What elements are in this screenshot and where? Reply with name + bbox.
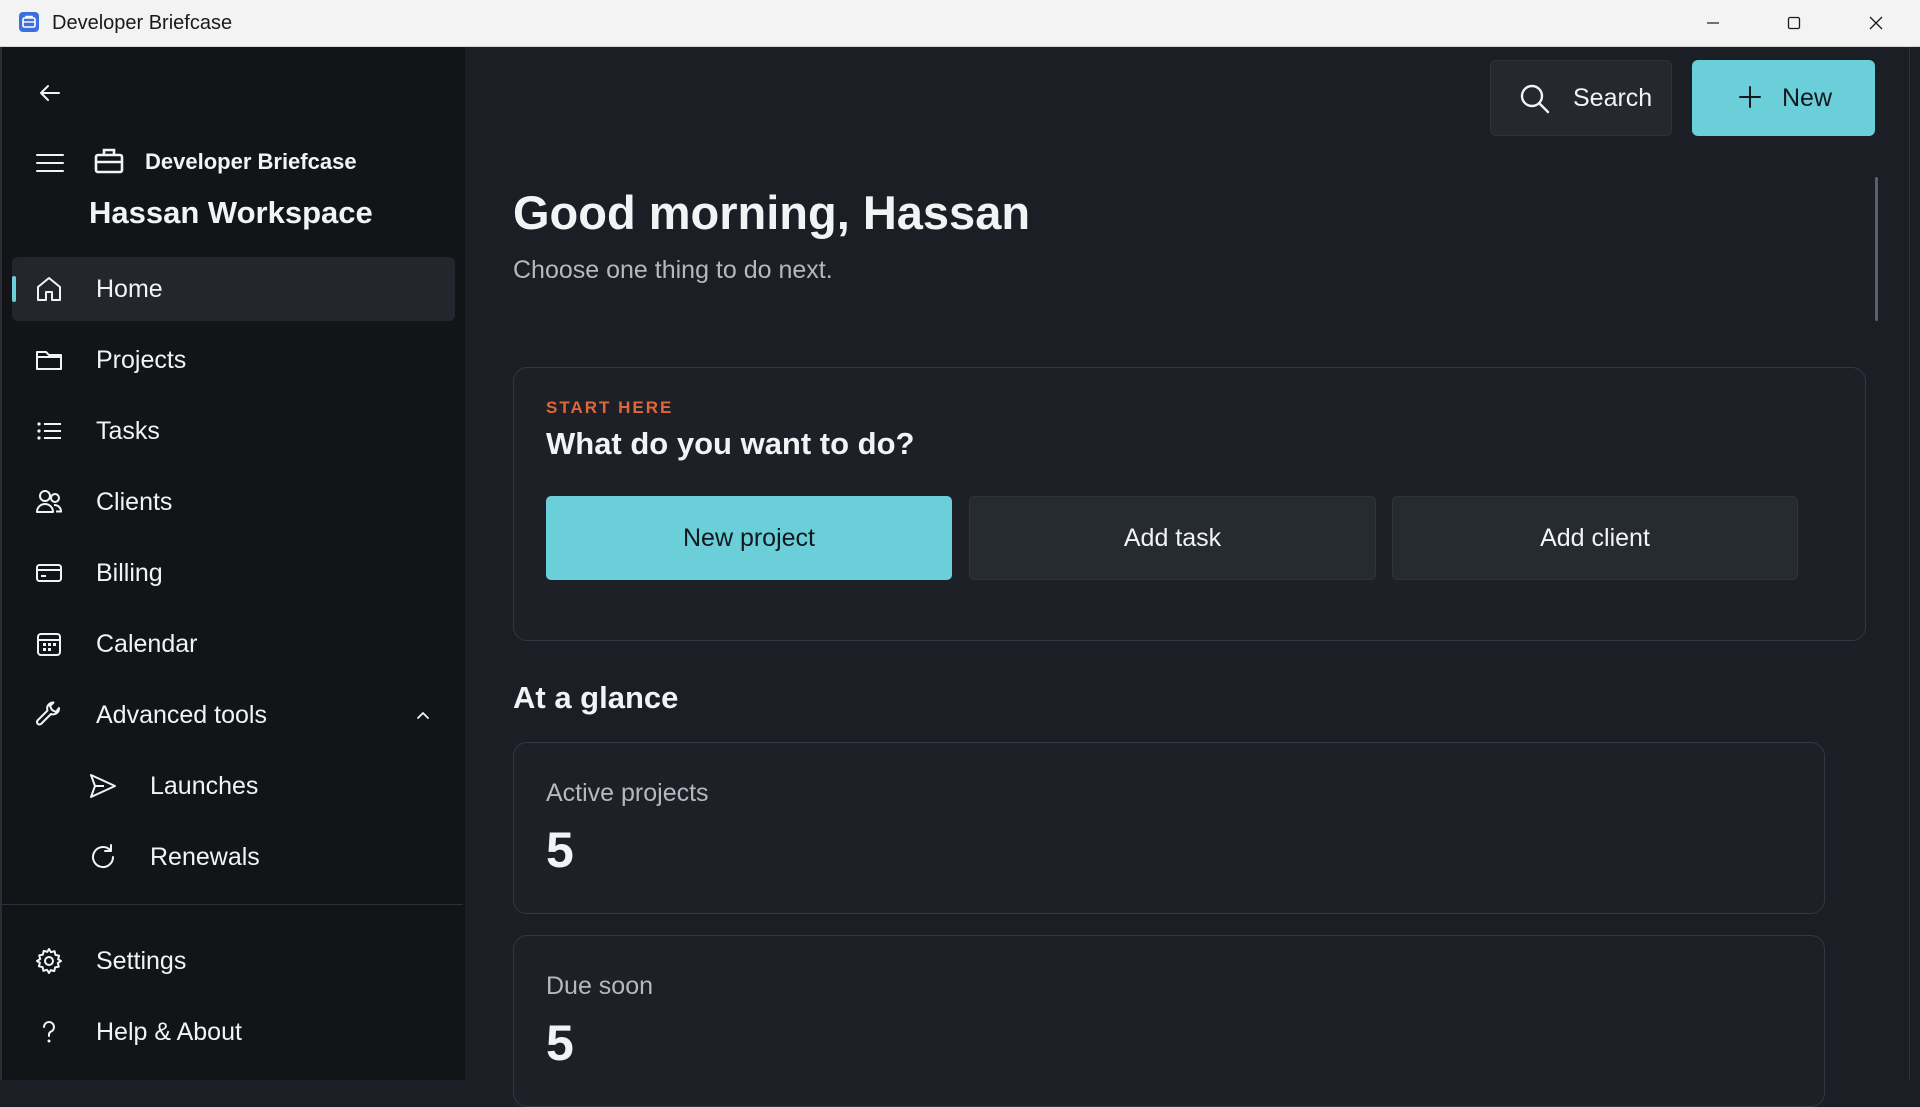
start-here-title: What do you want to do? — [546, 426, 915, 461]
sidebar-item-help[interactable]: Help & About — [12, 1000, 455, 1064]
sidebar-item-calendar[interactable]: Calendar — [12, 612, 455, 676]
list-icon — [37, 422, 61, 440]
sidebar-item-label: Projects — [96, 346, 187, 374]
search-icon — [1520, 84, 1550, 114]
sidebar-item-label: Clients — [96, 488, 173, 516]
back-button[interactable] — [32, 75, 68, 111]
new-button-label: New — [1782, 84, 1833, 112]
hamburger-icon — [36, 154, 64, 172]
window-title: Developer Briefcase — [52, 12, 233, 34]
maximize-icon — [1787, 16, 1801, 30]
home-icon — [37, 277, 61, 301]
maximize-button[interactable] — [1754, 0, 1834, 46]
sidebar-divider — [2, 904, 463, 905]
close-icon — [1869, 16, 1883, 30]
sidebar-item-projects[interactable]: Projects — [12, 328, 455, 392]
add-task-button[interactable]: Add task — [969, 496, 1376, 580]
sidebar-item-billing[interactable]: Billing — [12, 541, 455, 605]
stat-value: 5 — [546, 1015, 574, 1071]
at-a-glance-heading: At a glance — [513, 680, 679, 715]
briefcase-icon — [94, 147, 124, 175]
sidebar-item-clients[interactable]: Clients — [12, 470, 455, 534]
stat-card-active-projects[interactable]: Active projects 5 — [513, 742, 1825, 914]
sidebar-app-name: Developer Briefcase — [145, 149, 357, 174]
sidebar-item-renewals[interactable]: Renewals — [12, 825, 455, 889]
search-button-label: Search — [1573, 84, 1653, 112]
window-right-edge — [1909, 47, 1920, 1080]
title-bar: Developer Briefcase — [0, 0, 1920, 47]
sidebar: Developer Briefcase Hassan Workspace Hom… — [0, 47, 465, 1080]
sidebar-item-home[interactable]: Home — [12, 257, 455, 321]
scrollbar-thumb[interactable] — [1875, 177, 1878, 321]
new-project-button[interactable]: New project — [546, 496, 952, 580]
sidebar-item-tasks[interactable]: Tasks — [12, 399, 455, 463]
page-title: Good morning, Hassan — [513, 186, 1031, 239]
people-icon — [36, 490, 63, 513]
sidebar-item-label: Advanced tools — [96, 701, 267, 729]
sidebar-item-launches[interactable]: Launches — [12, 754, 455, 818]
search-button[interactable]: Search — [1490, 60, 1672, 136]
add-client-button[interactable]: Add client — [1392, 496, 1798, 580]
gear-icon — [36, 948, 62, 974]
send-icon — [90, 774, 116, 798]
stat-card-due-soon[interactable]: Due soon 5 — [513, 935, 1825, 1107]
sidebar-item-label: Settings — [96, 947, 187, 975]
stat-label: Active projects — [546, 779, 709, 807]
back-arrow-icon — [40, 85, 60, 101]
refresh-icon — [92, 844, 115, 869]
sidebar-item-label: Calendar — [96, 630, 198, 658]
sidebar-item-settings[interactable]: Settings — [12, 929, 455, 993]
chevron-up-icon[interactable] — [415, 707, 431, 723]
page-subtitle: Choose one thing to do next. — [513, 256, 833, 284]
sidebar-item-label: Help & About — [96, 1018, 242, 1046]
plus-icon — [1739, 86, 1761, 108]
close-button[interactable] — [1836, 0, 1916, 46]
start-here-eyebrow: START HERE — [546, 398, 674, 417]
app-icon — [18, 11, 40, 33]
start-here-card: START HERE What do you want to do? New p… — [513, 367, 1866, 641]
sidebar-item-label: Home — [96, 275, 163, 303]
sidebar-item-label: Tasks — [96, 417, 160, 445]
minimize-icon — [1707, 22, 1719, 24]
wrench-icon — [36, 701, 60, 726]
sidebar-item-label: Billing — [96, 559, 163, 587]
stat-label: Due soon — [546, 972, 654, 1000]
question-icon — [43, 1021, 55, 1043]
active-indicator — [12, 276, 16, 302]
calendar-icon — [37, 633, 61, 656]
workspace-name: Hassan Workspace — [89, 195, 373, 230]
sidebar-item-advanced-tools[interactable]: Advanced tools — [12, 683, 455, 747]
new-button[interactable]: New — [1692, 60, 1875, 136]
folder-icon — [36, 351, 62, 370]
main-content: Search New Good morning, Hassan Choose o… — [465, 47, 1920, 1107]
minimize-button[interactable] — [1673, 0, 1753, 46]
sidebar-item-label: Launches — [150, 772, 259, 800]
sidebar-item-label: Renewals — [150, 843, 260, 871]
stat-value: 5 — [546, 822, 574, 878]
menu-toggle-button[interactable] — [32, 145, 68, 181]
credit-card-icon — [36, 564, 62, 582]
